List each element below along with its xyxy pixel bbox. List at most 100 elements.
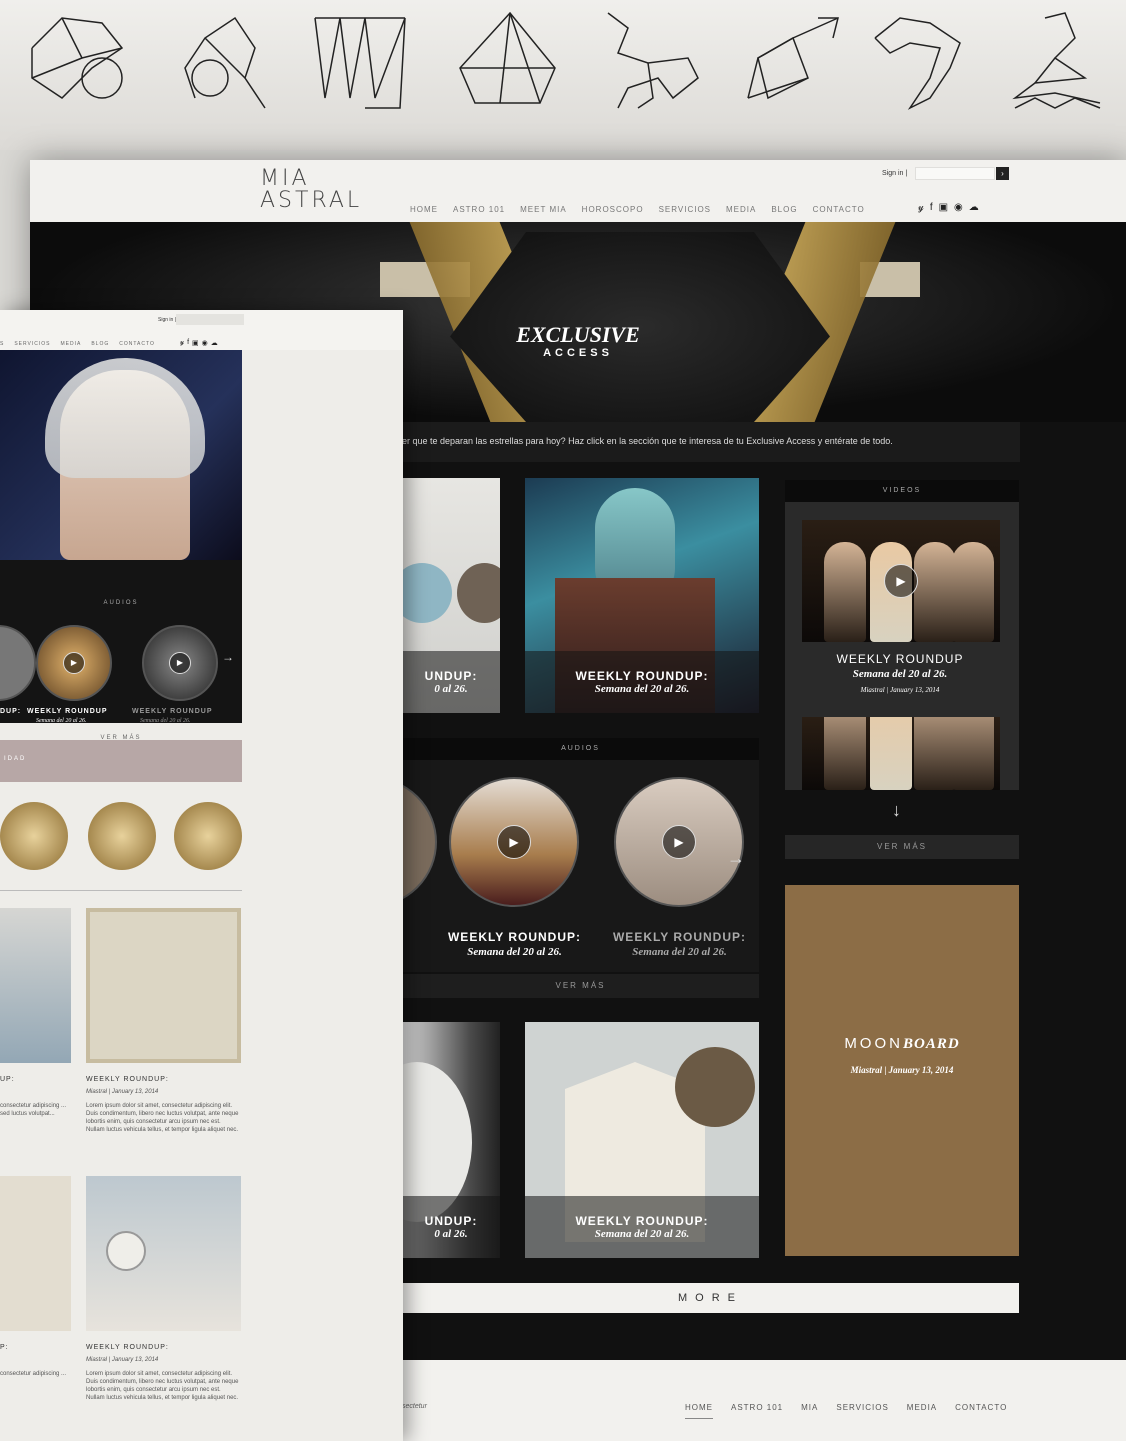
twitter-icon[interactable]: 𝓎 <box>918 202 924 213</box>
audio-title: WEEKLY ROUNDUP <box>132 708 213 715</box>
blog-card-meta: Miastral | January 13, 2014 <box>86 1357 159 1363</box>
blog-card-title[interactable]: P: <box>0 1344 9 1351</box>
nav-item-horoscopo[interactable]: HOROSCOPO <box>582 205 644 214</box>
audios-more-button[interactable]: VER MÁS <box>402 974 759 998</box>
facebook-icon[interactable]: f <box>930 202 933 213</box>
service-badge[interactable] <box>174 802 242 870</box>
twitter-icon[interactable]: 𝓎 <box>180 339 184 347</box>
videos-header: VIDEOS <box>785 480 1019 502</box>
play-icon[interactable]: ▶ <box>63 652 85 674</box>
audio-thumbnail[interactable]: ▶ <box>614 777 744 907</box>
blog-card-title[interactable]: WEEKLY ROUNDUP: <box>86 1344 169 1351</box>
video-thumbnail[interactable]: ▶ <box>802 520 1000 642</box>
videos-more-button[interactable]: VER MÁS <box>785 835 1019 859</box>
article-tile-eclipse[interactable]: WEEKLY ROUNDUP: Semana del 20 al 26. <box>525 1022 759 1258</box>
leo-constellation-icon <box>165 8 275 118</box>
blog-card-excerpt: Lorem ipsum dolor sit amet, consectetur … <box>86 1103 239 1133</box>
article-tile-moons[interactable]: UNDUP: 0 al 26. <box>402 478 500 713</box>
secondary-header: Sign in | S SERVICIOS MEDIA BLOG CONTACT… <box>0 310 403 350</box>
facebook-icon[interactable]: f <box>187 339 189 347</box>
secondary-dark-section: AUDIOS ▶ ▶ → DUP: WEEKLY ROUNDUP WEEKLY … <box>0 350 242 741</box>
nav-item-blog[interactable]: BLOG <box>91 341 109 347</box>
social-icons: 𝓎 f ▣ ◉ ☁ <box>180 339 218 347</box>
divider <box>0 890 242 891</box>
audio-thumbnail[interactable]: ▶ <box>142 625 218 701</box>
arrow-right-icon[interactable]: → <box>727 848 745 869</box>
instagram-icon[interactable]: ▣ <box>939 202 948 213</box>
capricorn-constellation-icon <box>870 8 980 118</box>
nav-item-astro-101[interactable]: ASTRO 101 <box>453 205 505 214</box>
nav-item-home[interactable]: HOME <box>410 205 438 214</box>
blog-card-meta: Miastral | January 13, 2014 <box>86 1089 159 1095</box>
search-submit-button[interactable]: › <box>996 167 1009 180</box>
tile-caption: UNDUP: 0 al 26. <box>402 1196 500 1258</box>
audio-thumbnail[interactable] <box>0 625 36 701</box>
pinterest-icon[interactable]: ◉ <box>202 339 208 347</box>
footer-nav-home[interactable]: HOME <box>685 1403 713 1419</box>
service-badge[interactable] <box>88 802 156 870</box>
arrow-down-icon[interactable]: ↓ <box>892 800 901 821</box>
blog-card-title[interactable]: UP: <box>0 1076 15 1083</box>
featured-photo[interactable] <box>0 350 242 560</box>
video-subtitle: Semana del 20 al 26. <box>852 668 948 680</box>
blog-card-image[interactable] <box>86 1176 241 1331</box>
play-icon[interactable]: ▶ <box>662 825 696 859</box>
video-title: WEEKLY ROUNDUP <box>836 652 964 666</box>
signin-input[interactable] <box>176 314 244 325</box>
service-badge[interactable] <box>0 802 68 870</box>
article-tile-featured[interactable]: WEEKLY ROUNDUP: Semana del 20 al 26. <box>525 478 759 713</box>
audios-panel: ▶ ▶ → UP: WEEKLY ROUNDUP: Semana del 20 … <box>307 760 759 972</box>
nav-item-blog[interactable]: BLOG <box>771 205 797 214</box>
footer-nav-contacto[interactable]: CONTACTO <box>955 1403 1007 1419</box>
audios-header: AUDIOS <box>103 600 139 606</box>
blog-card-excerpt: consectetur adipiscing ... <box>0 1371 67 1377</box>
footer-nav-media[interactable]: MEDIA <box>907 1403 937 1419</box>
footer-nav-astro-101[interactable]: ASTRO 101 <box>731 1403 783 1419</box>
pinterest-icon[interactable]: ◉ <box>954 202 963 213</box>
nav-item-media[interactable]: MEDIA <box>60 341 81 347</box>
blog-card-image[interactable] <box>86 908 241 1063</box>
nav-item-meet-mia[interactable]: MEET MIA <box>520 205 567 214</box>
aries-constellation-icon <box>22 8 132 118</box>
moonboard-title: MOONBOARD <box>844 1035 960 1052</box>
arrow-right-icon[interactable]: → <box>222 650 234 664</box>
instagram-icon[interactable]: ▣ <box>192 339 199 347</box>
nav-item[interactable]: S <box>0 341 4 347</box>
play-icon[interactable]: ▶ <box>169 652 191 674</box>
audio-title: DUP: <box>0 708 22 715</box>
secondary-page-mockup: Sign in | S SERVICIOS MEDIA BLOG CONTACT… <box>0 310 403 1441</box>
play-icon[interactable]: ▶ <box>884 564 918 598</box>
signin-input[interactable] <box>915 167 995 180</box>
blog-card-excerpt: consectetur adipiscing ... sed luctus vo… <box>0 1103 67 1117</box>
nav-item-media[interactable]: MEDIA <box>726 205 756 214</box>
blog-card-title[interactable]: WEEKLY ROUNDUP: <box>86 1076 169 1083</box>
signin-label[interactable]: Sign in | <box>158 317 176 323</box>
soundcloud-icon[interactable]: ☁ <box>969 202 979 213</box>
more-button[interactable]: MORE <box>402 1283 1019 1313</box>
signin-label[interactable]: Sign in | <box>882 170 907 177</box>
footer-nav-servicios[interactable]: SERVICIOS <box>836 1403 888 1419</box>
audio-thumbnail[interactable]: ▶ <box>36 625 112 701</box>
nav-item-servicios[interactable]: SERVICIOS <box>14 341 50 347</box>
section-band: IDAD <box>0 740 242 782</box>
nav-item-contacto[interactable]: CONTACTO <box>813 205 865 214</box>
aquarius-constellation-icon <box>1005 8 1115 118</box>
moonboard-meta: Miastral | January 13, 2014 <box>850 1065 954 1075</box>
site-logo[interactable]: MIA ASTRAL <box>260 168 362 212</box>
article-tile-portrait[interactable]: UNDUP: 0 al 26. <box>402 1022 500 1258</box>
blog-card-image[interactable] <box>0 1176 71 1331</box>
moonboard-card[interactable]: MOONBOARD Miastral | January 13, 2014 <box>785 885 1019 1256</box>
nav-item-servicios[interactable]: SERVICIOS <box>659 205 711 214</box>
social-icons: 𝓎 f ▣ ◉ ☁ <box>918 202 979 213</box>
footer-nav-mia[interactable]: MIA <box>801 1403 818 1419</box>
soundcloud-icon[interactable]: ☁ <box>211 339 218 347</box>
libra-constellation-icon <box>455 8 565 118</box>
audio-thumbnail[interactable]: ▶ <box>449 777 579 907</box>
nav-item-contacto[interactable]: CONTACTO <box>119 341 155 347</box>
tile-caption: WEEKLY ROUNDUP: Semana del 20 al 26. <box>525 651 759 713</box>
scorpio-constellation-icon <box>598 8 708 118</box>
play-icon[interactable]: ▶ <box>497 825 531 859</box>
blog-card-image[interactable] <box>0 908 71 1063</box>
constellation-banner <box>0 0 1126 150</box>
video-thumbnail[interactable] <box>802 717 1000 790</box>
